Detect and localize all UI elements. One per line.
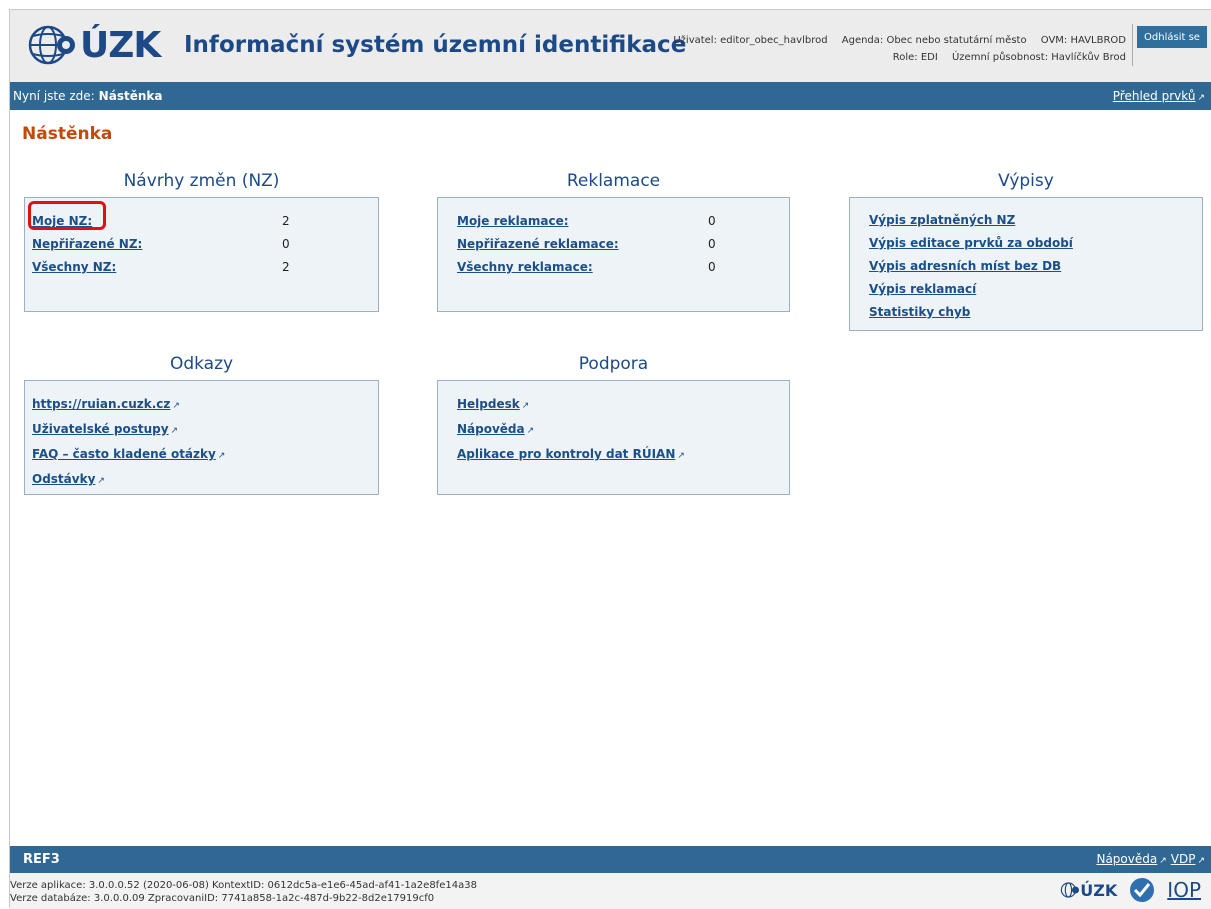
link-vypis-adresnich-mist[interactable]: Výpis adresních míst bez DB: [869, 255, 1073, 278]
czech-point-icon[interactable]: [1129, 877, 1155, 903]
section-title-podpora: Podpora: [578, 354, 649, 374]
ovm: OVM: HAVLBROD: [1040, 35, 1126, 46]
value-unassigned-nz: 0: [282, 237, 290, 251]
footer-bar: REF3 Nápověda ↗ VDP ↗: [10, 846, 1211, 873]
link-vypis-editace[interactable]: Výpis editace prvků za období: [869, 232, 1073, 255]
role: Role: EDI: [892, 52, 938, 63]
nz-row-unassigned: Nepřiřazené NZ: 0: [32, 237, 290, 251]
footer-help-link[interactable]: Nápověda ↗: [1096, 852, 1166, 866]
odkazy-list: https://ruian.cuzk.cz ↗ Uživatelské postu…: [32, 393, 225, 493]
logo-text: ÚZK: [80, 24, 161, 66]
breadcrumb-current: Nástěnka: [98, 89, 163, 103]
external-link-icon: ↗: [217, 451, 226, 461]
external-link-icon: ↗: [1159, 856, 1167, 866]
external-link-icon: ↗: [526, 426, 535, 436]
section-title-reklamace: Reklamace: [566, 171, 661, 191]
link-help-label: Nápověda: [457, 422, 525, 436]
cuzk-logo-icon: [1061, 882, 1080, 898]
overview-link[interactable]: Přehled prvků ↗: [1113, 89, 1205, 103]
app-frame: ÚZK Informační systém územní identifikac…: [9, 9, 1211, 909]
value-all-reklamace: 0: [708, 260, 716, 274]
link-help[interactable]: Nápověda ↗: [457, 418, 685, 443]
footer-logos: ÚZK IOP: [1060, 877, 1201, 903]
external-link-icon: ↗: [1197, 93, 1205, 103]
value-unassigned-reklamace: 0: [708, 237, 716, 251]
footer-links: Nápověda ↗ VDP ↗: [1092, 852, 1205, 866]
agenda: Agenda: Obec nebo statutární město: [841, 35, 1027, 46]
link-outages[interactable]: Odstávky ↗: [32, 468, 225, 493]
link-ruian[interactable]: https://ruian.cuzk.cz ↗: [32, 393, 225, 418]
breadcrumb: Nyní jste zde: Nástěnka Přehled prvků ↗: [10, 82, 1211, 110]
link-user-guides[interactable]: Uživatelské postupy ↗: [32, 418, 225, 443]
link-helpdesk[interactable]: Helpdesk ↗: [457, 393, 685, 418]
app-title: Informační systém územní identifikace: [184, 32, 687, 58]
external-link-icon: ↗: [677, 451, 685, 461]
section-title-odkazy: Odkazy: [169, 354, 234, 374]
page-title: Nástěnka: [22, 124, 113, 144]
section-title-nz: Návrhy změn (NZ): [123, 171, 280, 191]
environment-label: REF3: [23, 852, 60, 867]
link-vypis-zplatnenych[interactable]: Výpis zplatněných NZ: [869, 209, 1073, 232]
external-link-icon: ↗: [97, 476, 105, 486]
territory: Územní působnost: Havlíčkův Brod: [951, 52, 1126, 63]
link-statistiky-chyb[interactable]: Statistiky chyb: [869, 301, 1073, 324]
vypisy-list: Výpis zplatněných NZ Výpis editace prvků…: [869, 209, 1073, 324]
link-all-reklamace[interactable]: Všechny reklamace:: [457, 260, 593, 274]
link-my-reklamace[interactable]: Moje reklamace:: [457, 214, 569, 228]
overview-link-label: Přehled prvků: [1112, 89, 1196, 103]
version-info: Verze aplikace: 3.0.0.0.52 (2020-06-08) …: [10, 879, 477, 905]
cuzk-logo[interactable]: ÚZK: [28, 22, 161, 68]
breadcrumb-location: Nyní jste zde: Nástěnka: [13, 89, 162, 103]
header-divider: [1132, 24, 1133, 66]
link-outages-label: Odstávky: [32, 472, 96, 486]
footer: Verze aplikace: 3.0.0.0.52 (2020-06-08) …: [10, 873, 1211, 909]
link-all-nz[interactable]: Všechny NZ:: [32, 260, 116, 274]
link-unassigned-nz[interactable]: Nepřiřazené NZ:: [32, 237, 142, 251]
external-link-icon: ↗: [170, 426, 179, 436]
reklamace-row-mine: Moje reklamace: 0: [457, 214, 716, 228]
logout-button[interactable]: Odhlásit se: [1137, 26, 1207, 48]
nz-row-all: Všechny NZ: 2: [32, 260, 290, 274]
link-user-guides-label: Uživatelské postupy: [32, 422, 169, 436]
link-vypis-reklamaci[interactable]: Výpis reklamací: [869, 278, 1073, 301]
value-all-nz: 2: [282, 260, 290, 274]
link-helpdesk-label: Helpdesk: [457, 397, 520, 411]
reklamace-row-unassigned: Nepřiřazené reklamace: 0: [457, 237, 716, 251]
version-db: Verze databáze: 3.0.0.0.09 ZpracovaniID:…: [10, 893, 435, 904]
external-link-icon: ↗: [1197, 856, 1205, 866]
footer-cuzk-logo[interactable]: ÚZK: [1060, 881, 1117, 900]
external-link-icon: ↗: [172, 401, 180, 411]
value-my-nz: 2: [282, 214, 290, 228]
cuzk-logo-icon: [28, 25, 75, 65]
external-link-icon: ↗: [521, 401, 530, 411]
link-faq-label: FAQ – často kladené otázky: [32, 447, 216, 461]
footer-vdp-link[interactable]: VDP ↗: [1171, 852, 1205, 866]
link-kontroly-ruian-label: Aplikace pro kontroly dat RÚIAN: [457, 447, 676, 461]
version-app: Verze aplikace: 3.0.0.0.52 (2020-06-08) …: [10, 880, 477, 891]
link-faq[interactable]: FAQ – často kladené otázky ↗: [32, 443, 225, 468]
section-title-vypisy: Výpisy: [998, 171, 1054, 191]
user-info: Uživatel: editor_obec_havlbrod Agenda: O…: [662, 32, 1126, 66]
header: ÚZK Informační systém územní identifikac…: [10, 10, 1211, 82]
breadcrumb-prefix: Nyní jste zde:: [13, 89, 95, 103]
link-ruian-label: https://ruian.cuzk.cz: [32, 397, 171, 411]
reklamace-row-all: Všechny reklamace: 0: [457, 260, 716, 274]
footer-cuzk-text: ÚZK: [1080, 880, 1118, 900]
highlight-marker: [28, 201, 106, 230]
footer-help-label: Nápověda: [1096, 852, 1158, 866]
user-name: Uživatel: editor_obec_havlbrod: [673, 35, 828, 46]
link-kontroly-ruian[interactable]: Aplikace pro kontroly dat RÚIAN ↗: [457, 443, 685, 468]
podpora-list: Helpdesk ↗ Nápověda ↗ Aplikace pro kontrol…: [457, 393, 685, 468]
footer-vdp-label: VDP: [1170, 852, 1196, 866]
link-unassigned-reklamace[interactable]: Nepřiřazené reklamace:: [457, 237, 619, 251]
value-my-reklamace: 0: [708, 214, 716, 228]
iop-logo[interactable]: IOP: [1167, 878, 1201, 902]
